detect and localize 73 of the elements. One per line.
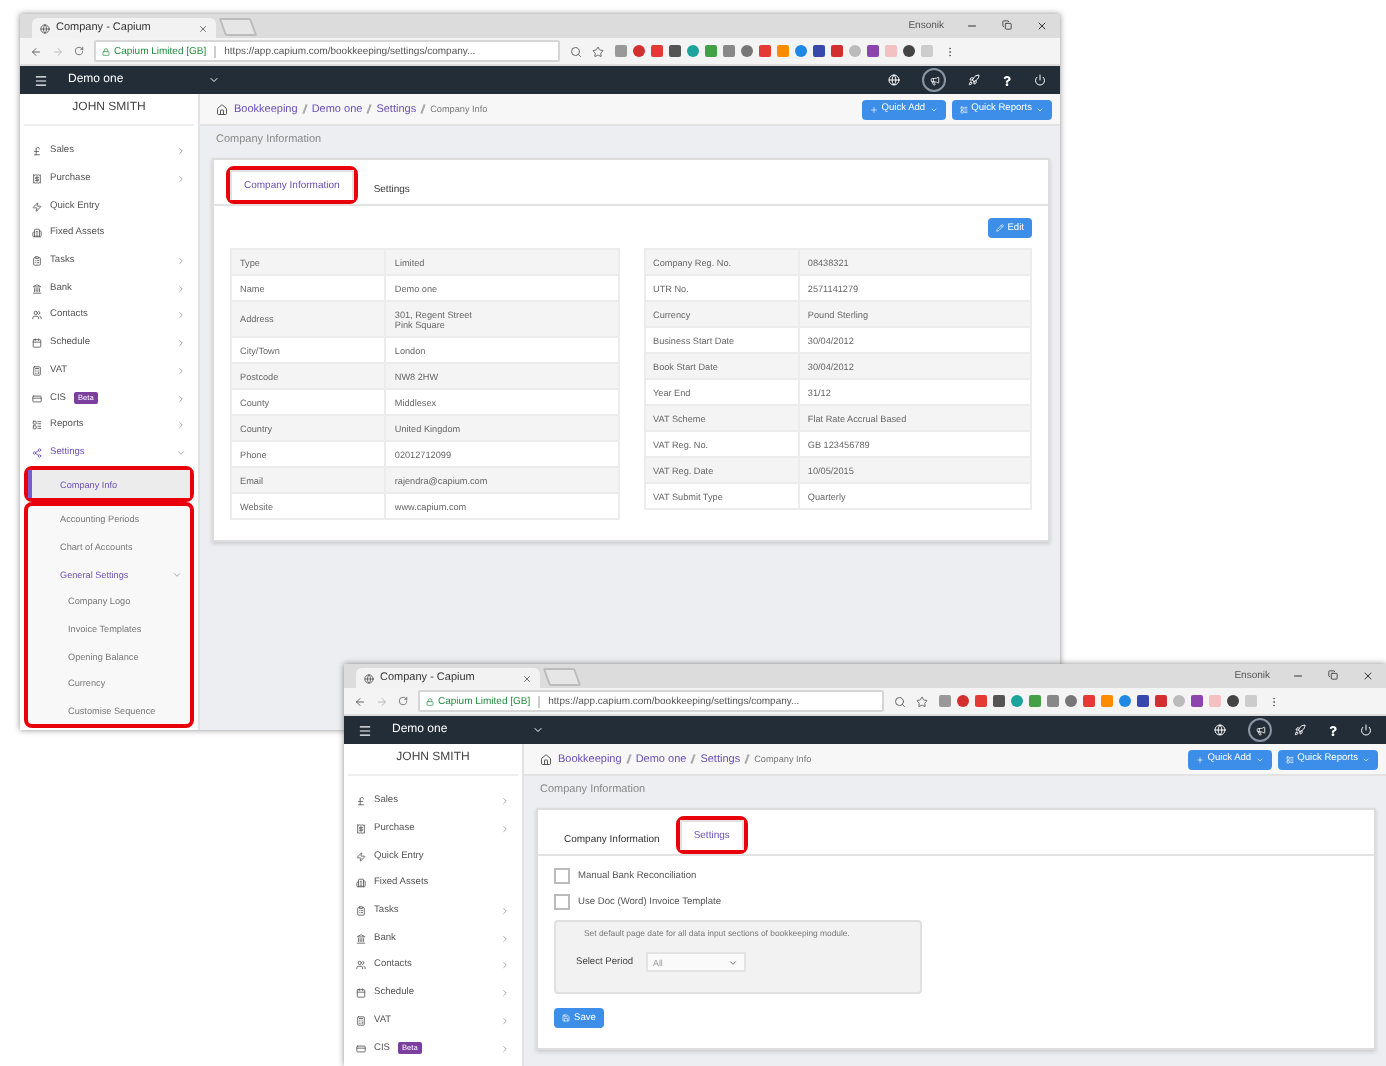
list-icon	[1285, 755, 1294, 763]
rocket-icon[interactable]	[968, 74, 980, 86]
extension-icons-drawing[interactable]	[938, 694, 1258, 708]
clipboard-icon	[356, 906, 366, 917]
help-icon[interactable]	[1002, 75, 1012, 85]
separator-icon	[420, 103, 426, 115]
calendar-icon	[356, 988, 366, 999]
users-icon	[32, 310, 42, 321]
users-icon	[356, 960, 366, 971]
share-icon	[32, 447, 42, 458]
home-icon[interactable]	[540, 753, 552, 765]
reload-icon[interactable]	[398, 696, 408, 706]
card-icon	[356, 1043, 366, 1054]
bank-icon	[32, 283, 42, 294]
calculator-icon	[356, 1015, 366, 1026]
close-icon[interactable]	[1036, 20, 1048, 32]
plus-icon	[869, 105, 878, 113]
separator-icon	[302, 103, 308, 115]
building-icon	[32, 228, 42, 239]
checkbox[interactable]	[554, 894, 570, 910]
pencil-icon	[995, 224, 1004, 232]
search-icon[interactable]	[570, 45, 582, 57]
lightning-icon	[356, 851, 366, 862]
receipt-icon	[356, 824, 366, 835]
home-icon[interactable]	[216, 103, 228, 115]
pound-icon	[356, 796, 366, 807]
rocket-icon[interactable]	[1294, 724, 1306, 736]
megaphone-icon[interactable]	[922, 68, 946, 92]
caret-icon[interactable]	[532, 724, 544, 736]
power-icon[interactable]	[1034, 74, 1046, 86]
list-icon	[959, 105, 968, 113]
plus-icon	[1195, 755, 1204, 763]
separator-icon	[690, 753, 697, 765]
lightning-icon	[32, 201, 42, 212]
back-icon[interactable]	[354, 695, 366, 707]
lock-icon	[102, 47, 110, 55]
favicon-icon	[40, 23, 50, 33]
megaphone-icon[interactable]	[1248, 718, 1272, 742]
minimize-icon[interactable]	[966, 20, 978, 32]
back-icon[interactable]	[30, 45, 42, 57]
calendar-icon	[32, 338, 42, 349]
help-icon[interactable]	[1328, 725, 1338, 735]
close-icon[interactable]	[1362, 670, 1374, 682]
lock-icon	[426, 697, 434, 705]
save-icon	[562, 1014, 570, 1022]
card-icon	[32, 393, 42, 404]
building-icon	[356, 878, 366, 889]
caret-icon[interactable]	[208, 74, 220, 86]
separator-icon	[626, 753, 632, 765]
minimize-icon[interactable]	[1292, 670, 1304, 682]
separator-icon	[744, 753, 750, 765]
separator-icon	[366, 103, 373, 115]
reload-icon[interactable]	[74, 46, 84, 56]
restore-icon[interactable]	[1328, 670, 1338, 680]
menu-icon[interactable]	[34, 73, 48, 87]
calculator-icon	[32, 365, 42, 376]
receipt-icon	[32, 174, 42, 185]
favicon-icon	[364, 673, 374, 683]
menu-icon[interactable]	[358, 723, 372, 737]
star-icon[interactable]	[916, 695, 928, 707]
search-icon[interactable]	[894, 695, 906, 707]
power-icon[interactable]	[1360, 724, 1372, 736]
checkbox[interactable]	[554, 868, 570, 884]
caret-icon	[727, 957, 738, 967]
pound-icon	[32, 146, 42, 157]
list-icon	[32, 420, 42, 431]
clipboard-icon	[32, 256, 42, 267]
bank-icon	[356, 933, 366, 944]
extension-icons-drawing[interactable]	[614, 44, 934, 58]
globe-icon[interactable]	[888, 74, 900, 86]
star-icon[interactable]	[592, 45, 604, 57]
restore-icon[interactable]	[1002, 20, 1012, 30]
globe-icon[interactable]	[1214, 724, 1226, 736]
